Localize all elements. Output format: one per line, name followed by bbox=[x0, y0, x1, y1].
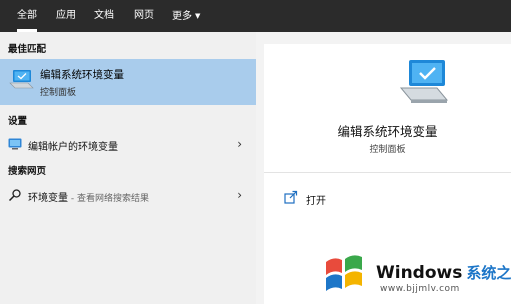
best-match-item[interactable]: 编辑系统环境变量 控制面板 bbox=[0, 59, 256, 105]
tab-documents[interactable]: 文档 bbox=[94, 0, 114, 32]
search-icon bbox=[8, 189, 21, 201]
section-settings: 设置 bbox=[8, 116, 28, 127]
chevron-down-icon: ▼ bbox=[195, 12, 201, 20]
best-match-title: 编辑系统环境变量 bbox=[40, 69, 124, 81]
tab-more[interactable]: 更多 ▼ bbox=[172, 0, 200, 32]
web-search-hint: - 查看网络搜索结果 bbox=[68, 194, 149, 204]
tab-all[interactable]: 全部 bbox=[17, 0, 37, 32]
search-filter-tabs: 全部 应用 文档 网页 更多 ▼ bbox=[0, 0, 511, 32]
windows-logo-icon bbox=[326, 255, 362, 291]
tab-more-label: 更多 bbox=[172, 11, 192, 22]
divider bbox=[264, 172, 511, 173]
section-best-match: 最佳匹配 bbox=[8, 44, 47, 55]
web-search-item[interactable]: 环境变量 - 查看网络搜索结果 › bbox=[0, 185, 256, 207]
open-icon bbox=[284, 190, 298, 204]
section-web-search: 搜索网页 bbox=[8, 166, 47, 177]
watermark-brand-cn: 系统之家 bbox=[466, 264, 511, 282]
computer-settings-icon bbox=[9, 70, 34, 89]
settings-item-edit-user-env[interactable]: 编辑帐户的环境变量 › bbox=[0, 134, 256, 156]
open-action-label: 打开 bbox=[306, 196, 326, 207]
chevron-right-icon: › bbox=[237, 188, 242, 202]
watermark: Windows系统之家 www.bjjmlv.com bbox=[320, 248, 511, 302]
results-pane: 最佳匹配 编辑系统环境变量 控制面板 设置 编辑帐户的环境变量 › 搜索网页 环… bbox=[0, 32, 256, 304]
watermark-url: www.bjjmlv.com bbox=[380, 284, 460, 294]
tab-web[interactable]: 网页 bbox=[134, 0, 154, 32]
watermark-brand: Windows系统之家 bbox=[376, 262, 511, 283]
web-search-label: 环境变量 - 查看网络搜索结果 bbox=[28, 189, 149, 204]
monitor-settings-icon bbox=[8, 138, 22, 150]
best-match-subtitle: 控制面板 bbox=[40, 88, 77, 98]
settings-item-label: 编辑帐户的环境变量 bbox=[28, 142, 118, 153]
watermark-brand-en: Windows bbox=[376, 263, 463, 283]
tab-apps[interactable]: 应用 bbox=[56, 0, 76, 32]
chevron-right-icon: › bbox=[237, 137, 242, 151]
computer-settings-large-icon bbox=[399, 60, 449, 103]
detail-title: 编辑系统环境变量 bbox=[337, 124, 438, 139]
detail-subtitle: 控制面板 bbox=[369, 145, 406, 155]
web-search-query: 环境变量 bbox=[28, 193, 68, 204]
